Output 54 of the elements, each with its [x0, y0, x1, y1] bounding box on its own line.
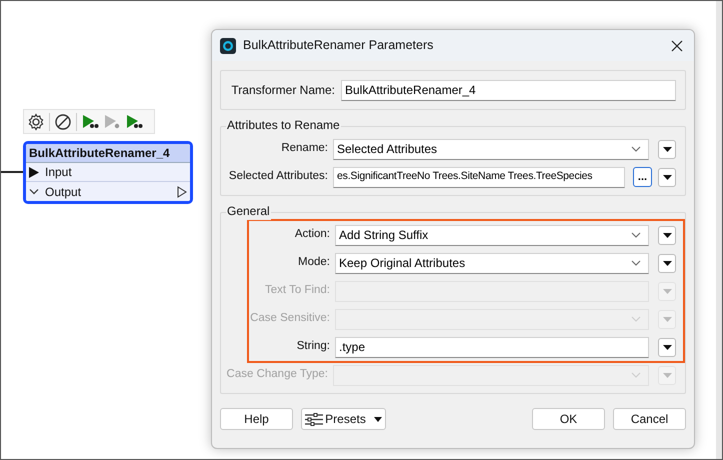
caret-down-icon [662, 146, 672, 152]
run-icon[interactable] [81, 112, 99, 130]
dropdown-button[interactable] [658, 168, 676, 186]
dropdown-field[interactable]: Selected Attributes [333, 138, 649, 160]
field-label: Mode: [297, 255, 331, 270]
dialog-button[interactable]: OK [532, 408, 605, 430]
caret-down-icon [662, 174, 672, 180]
field-label: Action: [294, 227, 331, 242]
field-label: Text To Find: [264, 283, 331, 298]
chevron-down-icon[interactable] [29, 188, 39, 196]
input-field[interactable]: .type [335, 336, 649, 358]
run-icon[interactable] [125, 112, 143, 130]
chevron-down-icon [631, 146, 641, 152]
dropdown-field[interactable]: Keep Original Attributes [335, 252, 649, 274]
caret-down-icon [662, 372, 672, 378]
app-icon [220, 38, 236, 54]
dropdown-field[interactable]: Add String Suffix [335, 224, 649, 246]
settings-icon[interactable] [27, 112, 45, 130]
input-port-icon[interactable] [29, 166, 39, 178]
dropdown-button[interactable] [658, 338, 676, 356]
attribute-list-field[interactable]: es.SignificantTreeNo Trees.SiteName Trees.TreeSpecies [333, 166, 625, 188]
field-label: Rename: [280, 141, 329, 156]
dropdown-button[interactable] [658, 140, 676, 158]
field-label: String: [296, 339, 331, 354]
dialog-button[interactable]: Cancel [613, 408, 686, 430]
disable-icon[interactable] [54, 112, 72, 130]
dropdown-button[interactable] [658, 254, 676, 272]
dropdown-button[interactable] [658, 226, 676, 244]
input-field[interactable]: BulkAttributeRenamer_4 [341, 80, 676, 100]
caret-down-icon [374, 416, 382, 422]
caret-down-icon [662, 260, 672, 266]
chevron-down-icon [631, 232, 641, 238]
field-label: Case Change Type: [226, 367, 329, 382]
caret-down-icon [662, 316, 672, 322]
caret-down-icon [662, 232, 672, 238]
close-icon[interactable] [670, 38, 684, 52]
chevron-down-icon [631, 372, 641, 378]
sliders-icon [305, 412, 324, 426]
browse-button[interactable]: ... [633, 167, 652, 187]
caret-down-icon [662, 288, 672, 294]
field-label: Transformer Name: [230, 82, 336, 99]
node-title: BulkAttributeRenamer_4 [26, 144, 190, 163]
window-title: BulkAttributeRenamer Parameters [243, 37, 434, 54]
port-label: Output [45, 184, 82, 200]
dialog-button[interactable]: Help [220, 408, 293, 430]
field-label: Selected Attributes: [228, 169, 329, 184]
field-label: Case Sensitive: [249, 311, 331, 326]
chevron-down-icon [631, 260, 641, 266]
port-label: Input [45, 164, 73, 181]
caret-down-icon [662, 344, 672, 350]
transformer-node[interactable]: BulkAttributeRenamer_4 Input Output [23, 141, 193, 204]
chevron-down-icon [631, 316, 641, 322]
output-port-icon[interactable] [177, 186, 187, 198]
presets-button[interactable]: Presets [301, 408, 386, 430]
